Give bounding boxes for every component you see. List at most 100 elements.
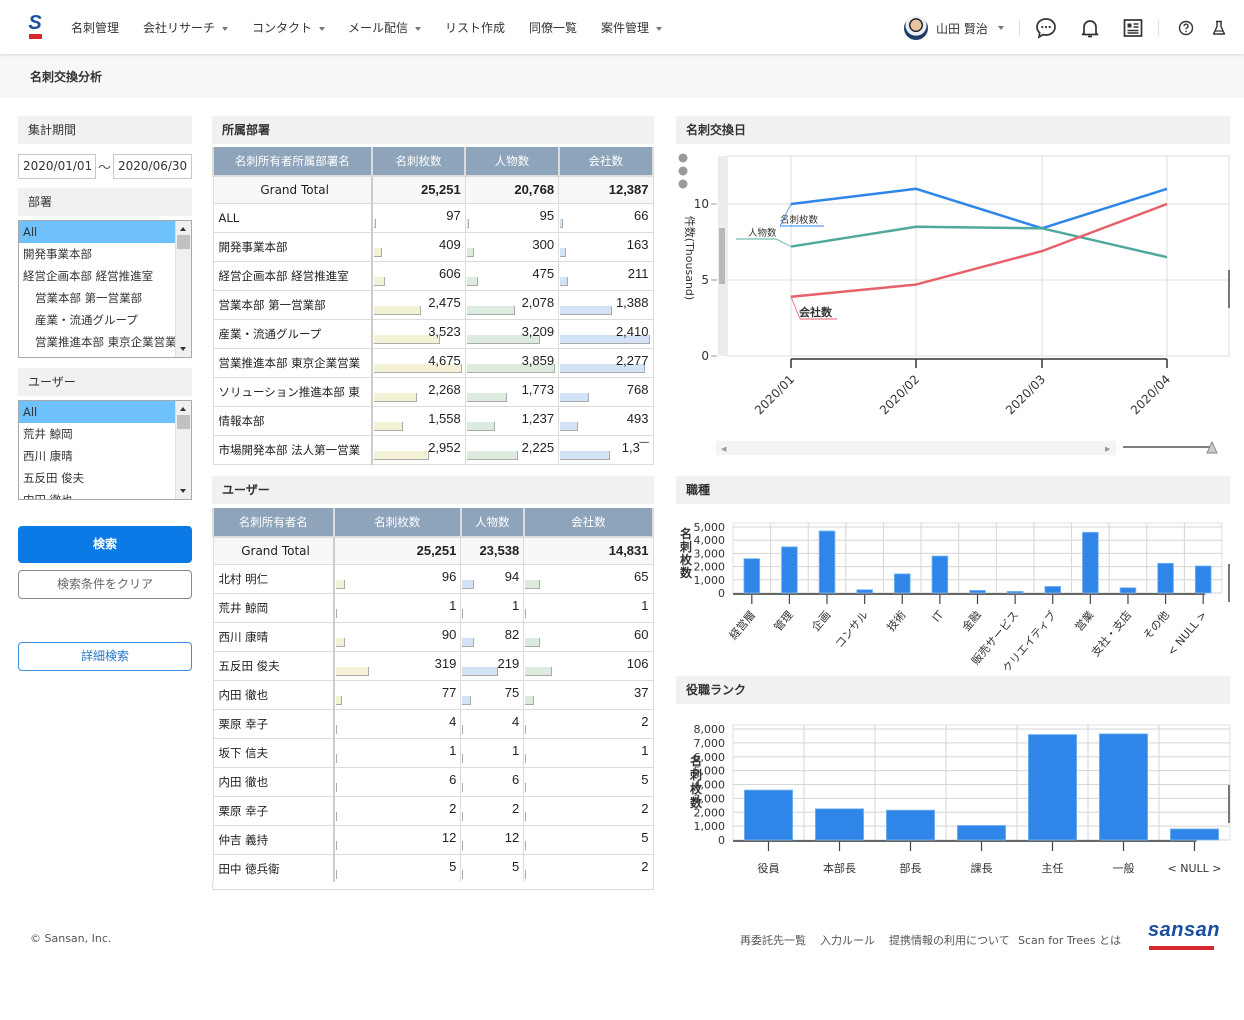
user-option[interactable]: 荒井 鯨岡: [19, 423, 191, 445]
user-option[interactable]: 西川 康晴: [19, 445, 191, 467]
row-label: 栗原 幸子: [212, 708, 335, 739]
footer-link-input-rules[interactable]: 入力ルール: [820, 932, 875, 948]
nav-item-company-research[interactable]: 会社リサーチ: [143, 19, 229, 36]
cell-value: 3,859: [464, 347, 560, 378]
table-row[interactable]: 仲吉 義持 12 12 5: [212, 824, 654, 855]
table-row[interactable]: 市場開発本部 法人第一営業 2,952 2,225 1,3‾‾: [212, 434, 654, 465]
scroll-up-icon[interactable]: [180, 407, 186, 411]
date-from-input[interactable]: 2020/01/01: [18, 154, 96, 179]
scroll-down-icon[interactable]: [180, 489, 186, 493]
y-tick-label: 4,000: [694, 534, 726, 547]
data-bar: [373, 421, 403, 431]
table-row[interactable]: 開発事業本部 409 300 163: [212, 231, 654, 262]
table-row[interactable]: ALL 97 95 66: [212, 202, 654, 233]
position-rank-bar-chart: 01,0002,0003,0004,0005,0006,0007,0008,00…: [689, 723, 1231, 875]
nav-item-list-create[interactable]: リスト作成: [445, 19, 505, 36]
table-row[interactable]: 情報本部 1,558 1,237 493: [212, 405, 654, 436]
data-bar: [335, 753, 337, 763]
nav-item-colleagues[interactable]: 同僚一覧: [529, 19, 577, 36]
column-header[interactable]: 名刺所有者所属部署名: [212, 147, 373, 177]
x-tick-label: 役員: [758, 861, 780, 875]
user-menu[interactable]: 山田 賢治: [904, 15, 1004, 41]
department-option[interactable]: All: [19, 221, 191, 243]
column-header[interactable]: 会社数: [557, 147, 655, 177]
clear-conditions-button[interactable]: 検索条件をクリア: [18, 570, 192, 599]
department-option[interactable]: 営業推進本部 東京企業営業: [19, 331, 191, 353]
department-option[interactable]: 経営企画本部 経営推進室: [19, 265, 191, 287]
department-option[interactable]: 開発事業本部: [19, 243, 191, 265]
scroll-left-icon: ◀: [721, 445, 727, 453]
table-row[interactable]: 坂下 信夫 1 1 1: [212, 737, 654, 768]
advanced-search-button[interactable]: 詳細検索: [18, 642, 192, 671]
department-scrollbar[interactable]: [175, 221, 191, 357]
table-row[interactable]: 内田 徹也 6 6 5: [212, 766, 654, 797]
table-row[interactable]: 荒井 鯨岡 1 1 1: [212, 592, 654, 623]
nav-item-contact[interactable]: コンタクト: [252, 19, 326, 36]
date-to-input[interactable]: 2020/06/30: [113, 154, 192, 179]
cell-value: 1,558: [371, 405, 466, 436]
table-row[interactable]: 栗原 幸子 4 4 2: [212, 708, 654, 739]
nav-item-card-management[interactable]: 名刺管理: [71, 19, 119, 36]
table-row[interactable]: 営業本部 第一営業部 2,475 2,078 1,388: [212, 289, 654, 320]
table-row[interactable]: 栗原 幸子 2 2 2: [212, 795, 654, 826]
nav-item-deal-management[interactable]: 案件管理: [601, 19, 663, 36]
row-label: 市場開発本部 法人第一営業: [212, 434, 373, 465]
search-button[interactable]: 検索: [18, 526, 192, 563]
user-listbox[interactable]: All 荒井 鯨岡 西川 康晴 五反田 俊夫 内田 徹也: [18, 400, 192, 500]
cell-value: 2,268: [371, 376, 466, 407]
flask-icon[interactable]: [1207, 16, 1231, 40]
y-tick-label: 3,000: [694, 547, 726, 560]
x-tick-label: 管理: [771, 608, 796, 634]
data-bar: [335, 608, 337, 618]
x-tick-label: IT: [930, 608, 947, 624]
exchange-date-line-chart: 0 5 10 2020/01 2020/02 2020/03 2020/04 件数(Thous…: [678, 153, 1230, 455]
cell-value: 2,277: [558, 347, 654, 378]
department-option[interactable]: 産業・流通グループ: [19, 309, 191, 331]
user-option[interactable]: 内田 徹也: [19, 489, 191, 499]
table-row[interactable]: ソリューション推進本部 東 2,268 1,773 768: [212, 376, 654, 407]
chat-bubble-icon[interactable]: [1034, 16, 1058, 40]
business-card-icon[interactable]: [1121, 16, 1145, 40]
footer-link-partner-info[interactable]: 提携情報の利用について: [889, 932, 1010, 948]
cell-value: 6: [460, 766, 525, 797]
table-row[interactable]: 田中 徳兵衛 5 5 2: [212, 853, 654, 884]
table-row[interactable]: 営業推進本部 東京企業営業 4,675 3,859 2,277: [212, 347, 654, 378]
table-row[interactable]: 経営企画本部 経営推進室 606 475 211: [212, 260, 654, 291]
cell-value: 300: [464, 231, 560, 262]
department-listbox[interactable]: All 開発事業本部 経営企画本部 経営推進室 営業本部 第一営業部 産業・流通…: [18, 220, 192, 358]
user-option[interactable]: 五反田 俊夫: [19, 467, 191, 489]
user-option[interactable]: All: [19, 401, 191, 423]
scroll-down-icon[interactable]: [180, 347, 186, 351]
column-header[interactable]: 人物数: [464, 147, 560, 177]
column-header[interactable]: 名刺枚数: [370, 147, 467, 177]
data-bar: [466, 276, 478, 286]
user-scrollbar[interactable]: [175, 401, 191, 499]
table-row[interactable]: 西川 康晴 90 82 60: [212, 621, 654, 652]
data-bar: [335, 724, 337, 734]
column-header[interactable]: 会社数: [522, 508, 655, 538]
table-row[interactable]: 産業・流通グループ 3,523 3,209 2,410: [212, 318, 654, 349]
bar-8: [1044, 586, 1062, 594]
sansan-footer-logo[interactable]: sansan: [1148, 919, 1220, 942]
nav-item-mail-delivery[interactable]: メール配信: [348, 19, 422, 36]
table-row[interactable]: 北村 明仁 96 94 65: [212, 563, 654, 594]
column-header[interactable]: 名刺枚数: [332, 508, 462, 538]
bar-2: [818, 530, 836, 594]
footer-link-scan-for-trees[interactable]: Scan for Trees とは: [1018, 932, 1121, 948]
scroll-up-icon[interactable]: [180, 227, 186, 231]
bar-9: [1082, 531, 1099, 594]
sansan-logo[interactable]: S: [28, 13, 42, 40]
column-header[interactable]: 名刺所有者名: [212, 508, 335, 538]
cell-value: 90: [333, 621, 462, 652]
column-header[interactable]: 人物数: [459, 508, 525, 538]
footer-link-subcontractors[interactable]: 再委託先一覧: [740, 932, 806, 948]
data-bar: [462, 637, 475, 647]
bell-icon[interactable]: [1078, 16, 1102, 40]
department-option[interactable]: 営業本部 第一営業部: [19, 287, 191, 309]
data-bar: [373, 218, 376, 228]
table-row[interactable]: 内田 徹也 77 75 37: [212, 679, 654, 710]
divider: [1158, 20, 1159, 36]
help-icon[interactable]: [1174, 16, 1198, 40]
table-row[interactable]: 五反田 俊夫 319 219 106: [212, 650, 654, 681]
total-value: 14,831: [523, 536, 654, 565]
